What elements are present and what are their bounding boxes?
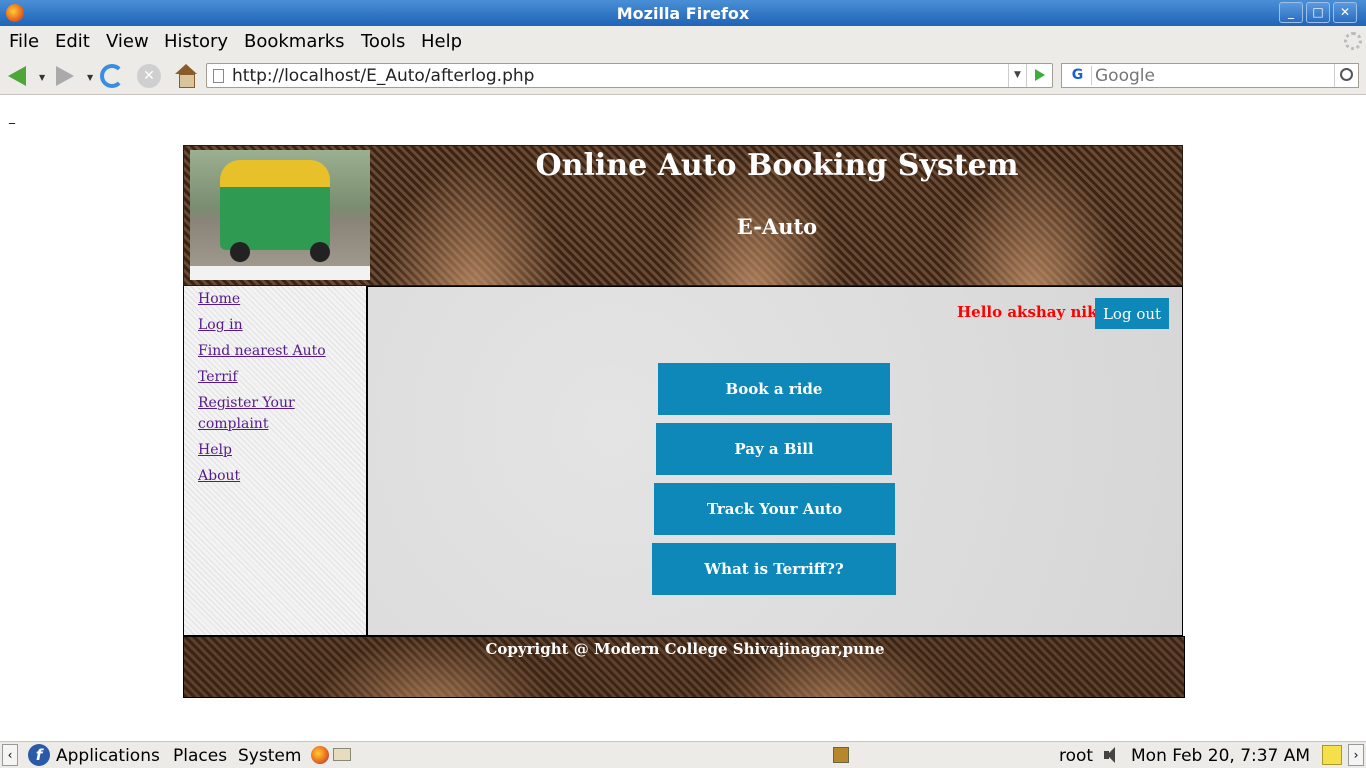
menu-history[interactable]: History <box>164 31 228 52</box>
main-panel: Hello akshay nikam Log out Book a ride P… <box>366 286 1183 636</box>
system-menu[interactable]: System <box>238 746 301 766</box>
places-menu[interactable]: Places <box>173 746 227 766</box>
go-icon[interactable] <box>1026 64 1052 87</box>
sidebar-link-find-auto[interactable]: Find nearest Auto <box>198 341 328 362</box>
window-title: Mozilla Firefox <box>616 4 750 23</box>
home-icon[interactable] <box>174 64 198 88</box>
page-icon <box>213 69 224 83</box>
forward-history-dropdown-icon[interactable]: ▼ <box>87 73 93 82</box>
window-titlebar: Mozilla Firefox _ □ ✕ <box>0 0 1366 26</box>
sidebar-link-login[interactable]: Log in <box>198 315 328 336</box>
sidebar-link-home[interactable]: Home <box>198 289 328 310</box>
address-bar[interactable]: http://localhost/E_Auto/afterlog.php ▼ <box>206 63 1053 88</box>
menu-file[interactable]: File <box>9 31 39 52</box>
url-text[interactable]: http://localhost/E_Auto/afterlog.php <box>232 66 534 86</box>
forward-icon[interactable] <box>54 64 78 88</box>
minimize-button[interactable]: _ <box>1279 2 1303 23</box>
user-name[interactable]: root <box>1059 746 1093 766</box>
site-footer: Copyright @ Modern College Shivajinagar,… <box>183 636 1185 698</box>
stop-icon[interactable]: ✕ <box>137 64 161 88</box>
stray-text: _ <box>9 110 15 124</box>
back-history-dropdown-icon[interactable]: ▼ <box>39 73 45 82</box>
rickshaw-body-shape <box>220 160 330 250</box>
google-engine-icon[interactable]: G <box>1064 66 1092 85</box>
menu-bookmarks[interactable]: Bookmarks <box>244 31 345 52</box>
url-dropdown-icon[interactable]: ▼ <box>1008 64 1026 87</box>
firefox-launcher-icon[interactable] <box>311 746 329 764</box>
track-auto-button[interactable]: Track Your Auto <box>654 483 895 535</box>
sidebar-link-register-complaint[interactable]: Register Your complaint <box>198 393 328 435</box>
site-subtitle: E-Auto <box>736 214 818 239</box>
fedora-logo-icon[interactable]: f <box>28 744 50 766</box>
notes-icon[interactable] <box>1322 745 1342 765</box>
back-icon[interactable] <box>6 64 30 88</box>
site-title: Online Auto Booking System <box>535 148 1019 183</box>
close-button[interactable]: ✕ <box>1333 2 1357 23</box>
desktop-panel: ‹ f Applications Places System root Mon … <box>0 741 1366 768</box>
menu-view[interactable]: View <box>106 31 149 52</box>
activity-throbber-icon <box>1344 32 1362 50</box>
pay-bill-button[interactable]: Pay a Bill <box>656 423 892 475</box>
auto-rickshaw-image <box>190 150 370 280</box>
book-ride-button[interactable]: Book a ride <box>658 363 890 415</box>
menu-help[interactable]: Help <box>421 31 462 52</box>
maximize-button[interactable]: □ <box>1306 2 1330 23</box>
sidebar-link-help[interactable]: Help <box>198 440 328 461</box>
package-updater-icon[interactable] <box>833 747 849 763</box>
menu-edit[interactable]: Edit <box>55 31 90 52</box>
clock[interactable]: Mon Feb 20, 7:37 AM <box>1131 746 1310 766</box>
page-viewport: _ Online Auto Booking System E-Auto Home… <box>0 96 1366 741</box>
site-banner: Online Auto Booking System E-Auto <box>183 145 1183 286</box>
panel-scroll-left-icon[interactable]: ‹ <box>2 744 18 766</box>
rickshaw-wheel-shape <box>310 242 330 262</box>
sidebar-nav: Home Log in Find nearest Auto Terrif Reg… <box>183 286 366 636</box>
sidebar-link-terrif[interactable]: Terrif <box>198 367 328 388</box>
volume-icon[interactable] <box>1104 747 1122 763</box>
logout-button[interactable]: Log out <box>1095 298 1169 329</box>
menu-bar: File Edit View History Bookmarks Tools H… <box>0 26 1366 56</box>
reload-icon[interactable] <box>100 64 124 88</box>
search-icon[interactable] <box>1334 64 1358 87</box>
copyright-text: Copyright @ Modern College Shivajinagar,… <box>485 640 885 658</box>
sidebar-link-about[interactable]: About <box>198 466 328 487</box>
image-caption-strip <box>190 266 370 280</box>
applications-menu[interactable]: Applications <box>56 746 160 766</box>
mail-launcher-icon[interactable] <box>333 748 351 761</box>
search-bar[interactable]: G <box>1061 63 1359 88</box>
panel-scroll-right-icon[interactable]: › <box>1348 744 1364 766</box>
menu-tools[interactable]: Tools <box>361 31 405 52</box>
rickshaw-wheel-shape <box>230 242 250 262</box>
tariff-info-button[interactable]: What is Terriff?? <box>652 543 896 595</box>
search-input[interactable] <box>1095 65 1331 86</box>
